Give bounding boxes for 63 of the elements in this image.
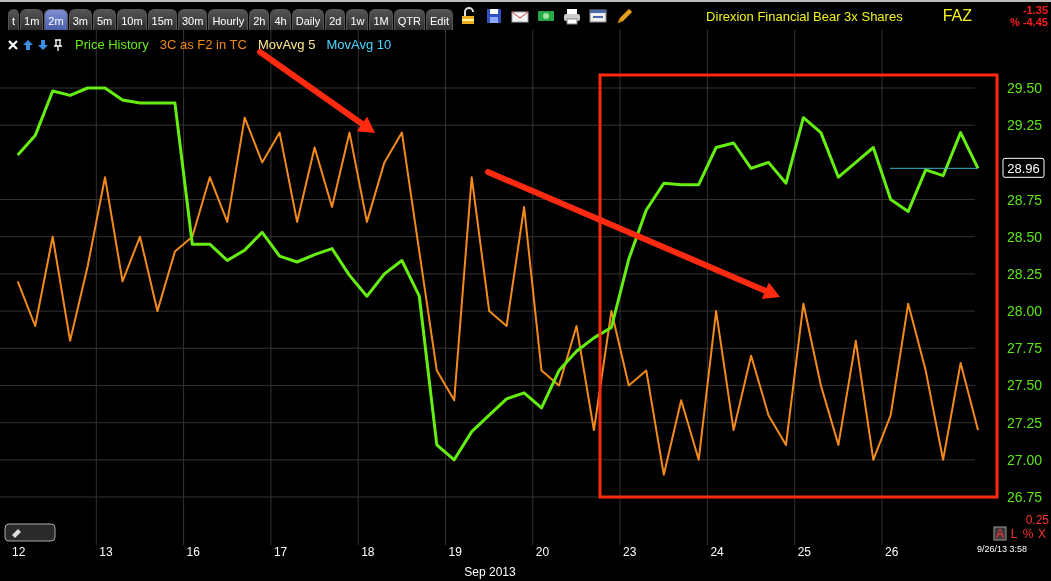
timeframe-tab[interactable]: Daily	[291, 9, 325, 30]
axis-label: 26.75	[1007, 489, 1043, 505]
timestamp: 9/26/13 3:58	[977, 544, 1028, 554]
scale-mode-button[interactable]: X	[1038, 527, 1046, 541]
axis-label: 27.25	[1007, 414, 1043, 431]
legend-item[interactable]: 3C as F2 in TC	[159, 37, 247, 52]
scale-mode-button[interactable]: L	[1010, 527, 1018, 541]
timeframe-tab[interactable]: 15m	[147, 9, 177, 30]
close-icon[interactable]	[7, 38, 19, 51]
axis-label: 27.00	[1007, 451, 1043, 468]
legend-item[interactable]: Price History	[75, 37, 149, 52]
pencil-icon[interactable]	[614, 7, 633, 25]
legend-item[interactable]: MovAvg 10	[326, 37, 392, 52]
axis-label: 16	[186, 545, 200, 559]
timeframe-tab[interactable]: 4h	[270, 9, 291, 30]
axis-label: 12	[12, 545, 26, 559]
up-arrow-icon[interactable]	[22, 38, 34, 51]
axis-label: 28.25	[1007, 265, 1043, 282]
axis-label: 19	[448, 545, 462, 559]
instrument-name: Direxion Financial Bear 3x Shares	[706, 8, 903, 24]
timeframe-tab[interactable]: Edit	[426, 9, 453, 30]
scale-mode-button[interactable]: %	[1022, 527, 1034, 541]
printer-icon[interactable]	[562, 7, 581, 25]
timeframe-tab[interactable]: 2d	[325, 9, 346, 30]
timeframe-tab[interactable]: 2m	[44, 9, 68, 30]
legend-item[interactable]: MovAvg 5	[257, 37, 316, 52]
ticker-symbol: FAZ	[942, 7, 972, 25]
axis-label: 25	[797, 545, 812, 559]
timeframe-tab[interactable]: QTR	[393, 9, 425, 30]
window-icon[interactable]	[588, 7, 607, 25]
axis-label: 20	[535, 545, 550, 559]
last-price-label: 28.96	[1002, 157, 1045, 178]
axis-label: 29.25	[1007, 117, 1043, 134]
timeframe-tab[interactable]: 1w	[346, 9, 369, 30]
scale-value: 0.25	[1025, 513, 1049, 527]
axis-label: 28.50	[1007, 228, 1043, 245]
price-change: -1.35	[1022, 4, 1048, 16]
axis-label: 28.00	[1007, 303, 1043, 320]
timeframe-tab[interactable]: 10m	[117, 9, 147, 30]
timeframe-tab[interactable]: 2h	[249, 9, 270, 30]
axis-label: 26	[885, 545, 899, 559]
axis-label: 28.75	[1007, 191, 1043, 208]
axis-label: 17	[273, 545, 288, 559]
timeframe-tab[interactable]: 5m	[92, 9, 117, 30]
timeframe-tab[interactable]: 1m	[20, 9, 44, 30]
timeframe-tab[interactable]: t	[8, 9, 20, 30]
timeframe-tab[interactable]: Hourly	[208, 9, 249, 30]
axis-title: Sep 2013	[464, 565, 516, 579]
axis-label: 13	[99, 545, 113, 559]
axis-label: 23	[623, 545, 637, 559]
axis-label: 18	[361, 545, 375, 559]
save-icon[interactable]	[484, 7, 503, 25]
axis-label: 27.50	[1007, 377, 1043, 394]
timeframe-tab[interactable]: 1M	[369, 9, 393, 30]
timeframe-tab[interactable]: 30m	[178, 9, 208, 30]
axis-label: 24	[710, 545, 724, 559]
axis-label: 29.50	[1007, 80, 1043, 96]
scroll-handle[interactable]	[4, 523, 56, 542]
timeframe-tab[interactable]: 3m	[68, 9, 92, 30]
percent-change: % -4.45	[1010, 16, 1048, 28]
axis-label: 27.75	[1007, 340, 1043, 357]
down-arrow-icon[interactable]	[37, 38, 49, 51]
pin-icon[interactable]	[52, 38, 64, 51]
